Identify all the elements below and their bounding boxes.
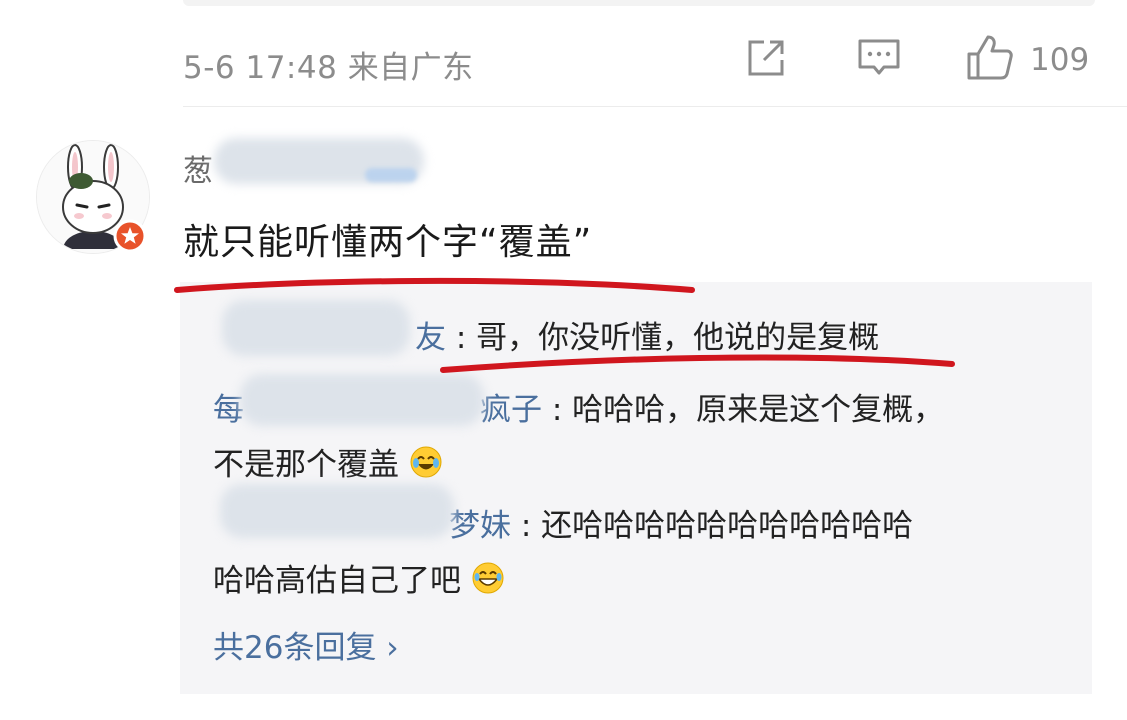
laugh-cry-emoji xyxy=(410,446,442,478)
comment-author-name[interactable]: 葱 xyxy=(183,146,213,190)
comment-text: 就只能听懂两个字“覆盖” xyxy=(183,222,593,263)
reply-text: : 还哈哈哈哈哈哈哈哈哈哈哈 xyxy=(520,508,914,544)
blurred-badge xyxy=(365,168,417,182)
view-more-replies-link[interactable]: 共26条回复 › xyxy=(213,622,399,667)
reply-text: : 哥，你没听懂，他说的是复概 xyxy=(455,320,880,356)
share-icon[interactable] xyxy=(744,36,788,80)
post-source: 来自广东 xyxy=(347,50,474,86)
post-time-source: 5-6 17:48 来自广东 xyxy=(183,42,474,87)
blurred-username xyxy=(220,484,454,538)
blurred-username xyxy=(240,374,484,426)
divider xyxy=(183,106,1127,107)
post-meta-bar: 5-6 17:48 来自广东 109 xyxy=(0,28,1127,92)
reply-text: : 哈哈哈，原来是这个复概， xyxy=(551,392,945,428)
blurred-username xyxy=(222,300,410,356)
reply-text-continued: 不是那个覆盖 xyxy=(213,439,443,484)
previous-post-bottom xyxy=(183,0,1095,6)
thumbs-up-icon[interactable] xyxy=(965,32,1015,82)
grin-emoji xyxy=(472,562,504,594)
like-count[interactable]: 109 xyxy=(1030,42,1089,78)
avatar[interactable] xyxy=(36,140,150,254)
vip-badge-icon xyxy=(113,219,147,253)
comment-icon[interactable] xyxy=(856,36,902,80)
post-time: 5-6 17:48 xyxy=(183,50,338,86)
reply-text-continued: 哈哈高估自己了吧 xyxy=(213,555,505,600)
